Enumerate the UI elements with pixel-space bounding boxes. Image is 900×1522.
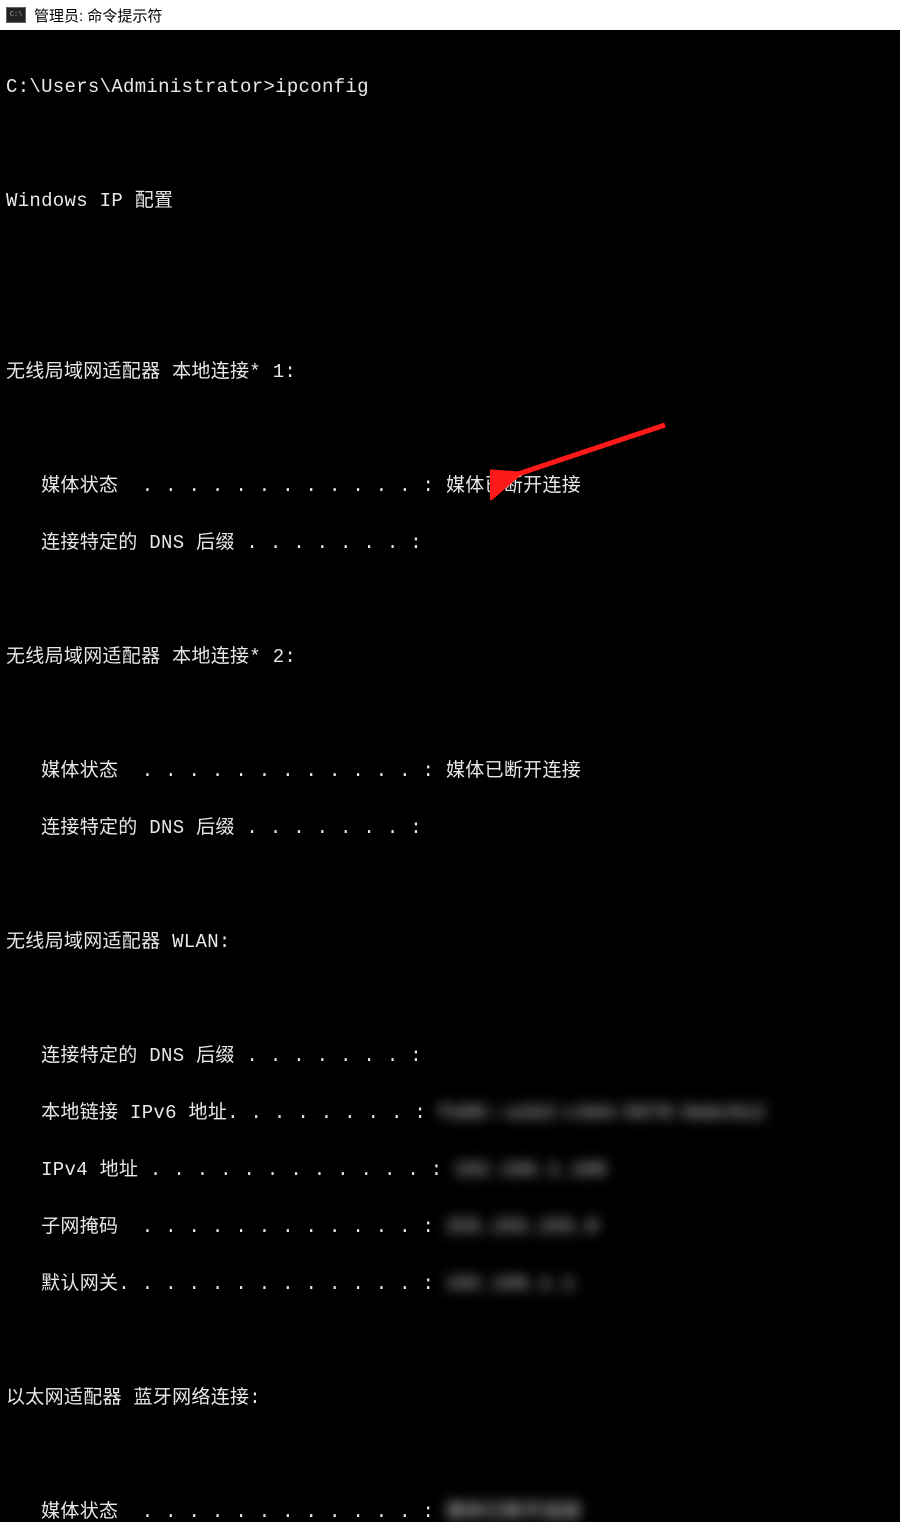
row-label: 媒体状态 . . . . . . . . . . . . :	[6, 760, 446, 782]
window-titlebar[interactable]: 管理员: 命令提示符	[0, 0, 900, 32]
command: ipconfig	[275, 76, 369, 98]
prompt-line: C:\Users\Administrator>ipconfig	[6, 73, 894, 102]
blank-line	[6, 301, 894, 330]
row-value: 媒体已断开连接	[446, 760, 581, 782]
output-row: 媒体状态 . . . . . . . . . . . . : 媒体已断开连接	[6, 472, 894, 501]
row-label: 连接特定的 DNS 后缀 . . . . . . . :	[6, 817, 422, 839]
output-row: 连接特定的 DNS 后缀 . . . . . . . :	[6, 814, 894, 843]
output-row: IPv4 地址 . . . . . . . . . . . . : 192.16…	[6, 1156, 894, 1185]
blank-line	[6, 871, 894, 900]
row-value-blurred: 255.255.255.0	[446, 1216, 598, 1238]
row-value: 媒体已断开连接	[446, 475, 581, 497]
section-title: 以太网适配器 蓝牙网络连接:	[6, 1384, 894, 1413]
output-row: 媒体状态 . . . . . . . . . . . . : 媒体已断开连接	[6, 1498, 894, 1522]
row-label: 媒体状态 . . . . . . . . . . . . :	[6, 1501, 446, 1522]
blank-line	[6, 1441, 894, 1470]
section-title: 无线局域网适配器 本地连接* 1:	[6, 358, 894, 387]
row-value-blurred: 媒体已断开连接	[446, 1501, 581, 1522]
output-row: 连接特定的 DNS 后缀 . . . . . . . :	[6, 1042, 894, 1071]
blank-line	[6, 244, 894, 273]
row-label: 子网掩码 . . . . . . . . . . . . :	[6, 1216, 446, 1238]
cmd-icon	[6, 7, 26, 23]
terminal-output[interactable]: C:\Users\Administrator>ipconfig Windows …	[0, 32, 900, 1522]
row-label: 默认网关. . . . . . . . . . . . . :	[6, 1273, 446, 1295]
row-value-blurred: 192.168.1.1	[446, 1273, 575, 1295]
row-label: 连接特定的 DNS 后缀 . . . . . . . :	[6, 532, 422, 554]
row-value-blurred: fe80::a1b2:c3d4:5678:9abc%12	[438, 1102, 766, 1124]
blank-line	[6, 1327, 894, 1356]
section-title: 无线局域网适配器 WLAN:	[6, 928, 894, 957]
output-row: 本地链接 IPv6 地址. . . . . . . . : fe80::a1b2…	[6, 1099, 894, 1128]
row-label: 本地链接 IPv6 地址. . . . . . . . :	[6, 1102, 438, 1124]
output-row: 默认网关. . . . . . . . . . . . . : 192.168.…	[6, 1270, 894, 1299]
row-label: 连接特定的 DNS 后缀 . . . . . . . :	[6, 1045, 422, 1067]
row-label: 媒体状态 . . . . . . . . . . . . :	[6, 475, 446, 497]
output-row: 连接特定的 DNS 后缀 . . . . . . . :	[6, 529, 894, 558]
section-title: 无线局域网适配器 本地连接* 2:	[6, 643, 894, 672]
output-row: 子网掩码 . . . . . . . . . . . . : 255.255.2…	[6, 1213, 894, 1242]
prompt: C:\Users\Administrator>	[6, 76, 275, 98]
blank-line	[6, 415, 894, 444]
blank-line	[6, 985, 894, 1014]
row-value-blurred: 192.168.1.100	[454, 1159, 606, 1181]
row-label: IPv4 地址 . . . . . . . . . . . . :	[6, 1159, 454, 1181]
ipconfig-header: Windows IP 配置	[6, 187, 894, 216]
blank-line	[6, 586, 894, 615]
blank-line	[6, 130, 894, 159]
window-title: 管理员: 命令提示符	[34, 5, 162, 26]
blank-line	[6, 700, 894, 729]
